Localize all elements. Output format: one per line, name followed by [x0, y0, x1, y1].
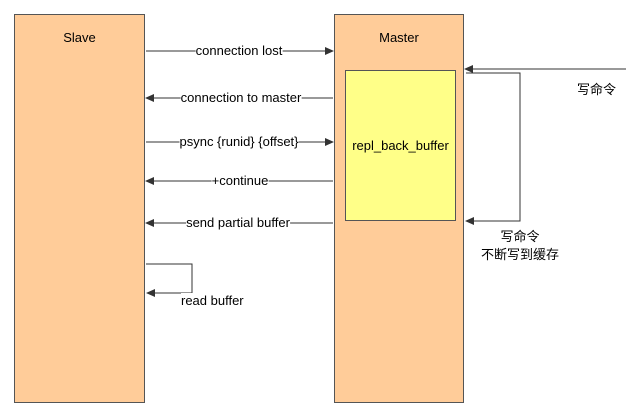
label-write-loop-line1: 写命令 [500, 230, 540, 245]
label-write-loop: 写命令 不断写到缓存 [470, 229, 570, 265]
label-write-command: 写命令 [577, 83, 617, 98]
label-connection-to-master: connection to master [180, 90, 302, 106]
label-connection-lost: connection lost [195, 43, 283, 59]
label-write-loop-line2: 不断写到缓存 [480, 248, 559, 263]
label-send-partial-buffer: send partial buffer [186, 215, 290, 231]
label-continue: +continue [211, 173, 269, 189]
label-read-buffer: read buffer [181, 293, 244, 309]
arrows-layer [145, 47, 626, 297]
arrow-read-buffer-loop [146, 263, 193, 297]
arrow-write-loop [465, 72, 521, 225]
label-psync: psync {runid} {offset} [179, 134, 299, 150]
